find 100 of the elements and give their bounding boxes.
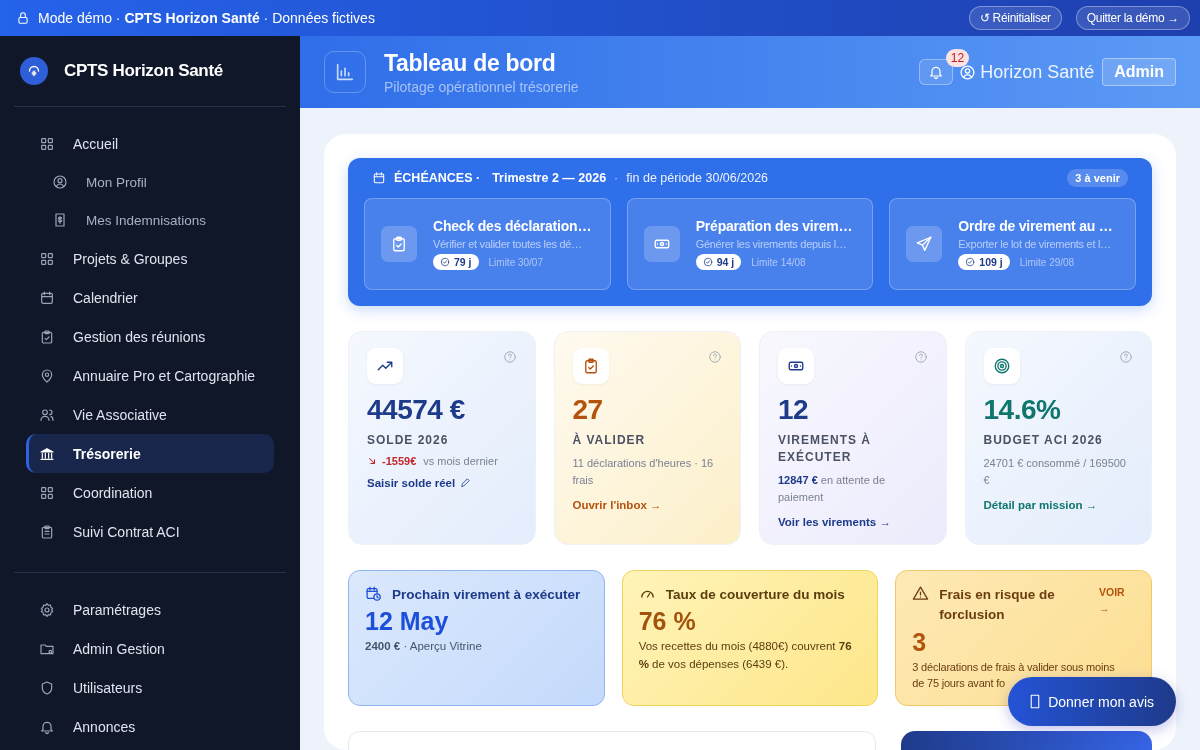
alert-title: Taux de couverture du mois	[665, 586, 846, 604]
people-icon	[39, 406, 55, 423]
days-left-badge: 109 j	[958, 254, 1010, 270]
alert-detail: Vos recettes du mois (4880€) couvrent 76 % de vos dépenses (6439 €).	[638, 639, 853, 672]
brand-name: CPTS Horizon Santé	[64, 61, 223, 81]
map-pin-icon	[39, 367, 55, 384]
nav-item[interactable]: Coordination	[14, 473, 286, 512]
bell-icon	[928, 64, 945, 80]
nav-item[interactable]: Accueil	[14, 124, 286, 163]
help-icon[interactable]	[913, 350, 928, 364]
trend-up-icon	[367, 348, 403, 384]
kpi-label: VIREMENTS À EXÉCUTER	[778, 432, 872, 466]
chart-icon	[324, 51, 366, 93]
deadline-date: Limite 29/08	[1019, 256, 1075, 268]
banknote-icon	[778, 348, 814, 384]
nav-item[interactable]: Vie Associative	[14, 395, 286, 434]
grid-icon	[39, 484, 55, 501]
quit-demo-button[interactable]: Quitter la démo →	[1075, 6, 1190, 30]
nav-item[interactable]: Admin Gestion	[14, 629, 286, 668]
alert-value: 76 %	[638, 607, 697, 637]
delta-note: vs mois dernier	[423, 454, 498, 467]
task-description: Générer les virements depuis l…	[695, 238, 848, 250]
lock-icon	[16, 11, 30, 25]
kpi-label: À VALIDER	[572, 432, 647, 449]
kpi-link[interactable]: Détail par mission →	[983, 498, 1098, 511]
deadline-date: Limite 30/07	[488, 256, 543, 268]
warning-icon	[912, 585, 930, 602]
grid-icon	[39, 250, 55, 267]
kpi-value: 44574 €	[367, 394, 466, 426]
days-left-badge: 94 j	[695, 254, 742, 270]
kpi-detail: 12847 € en attente de paiement	[778, 472, 887, 505]
task-description: Exporter le lot de virements et l…	[958, 238, 1112, 250]
nav-item[interactable]: Annuaire Pro et Cartographie	[14, 356, 286, 395]
pencil-icon	[460, 477, 472, 489]
nav-item[interactable]: Gestion des réunions	[14, 317, 286, 356]
kpi-link[interactable]: Voir les virements →	[778, 515, 891, 528]
bank-icon	[39, 445, 55, 462]
kpi-label: BUDGET ACI 2026	[983, 432, 1104, 449]
nav-item[interactable]: Utilisateurs	[14, 668, 286, 707]
nav-subitem[interactable]: Mon Profil	[14, 163, 286, 201]
nav-item[interactable]: Suivi Contrat ACI	[14, 512, 286, 551]
task-description: Vérifier et valider toutes les dé…	[433, 238, 583, 250]
kpi-detail: 24701 € consommé / 169500 €	[983, 455, 1127, 488]
kpi-value: 14.6%	[983, 394, 1062, 426]
feedback-button[interactable]: Donner mon avis	[1008, 677, 1176, 726]
user-icon	[52, 174, 68, 190]
calendar-icon	[372, 171, 386, 185]
task-title: Check des déclaration…	[433, 218, 592, 234]
page-title: Tableau de bord	[384, 49, 557, 77]
delta-value: -1559€	[382, 454, 417, 467]
trend-down-icon	[367, 455, 377, 466]
nav-item[interactable]: Trésorerie	[26, 434, 274, 473]
kpi-label: SOLDE 2026	[367, 432, 450, 449]
nav-item[interactable]: Annonces	[14, 707, 286, 746]
kpi-value: 27	[572, 394, 604, 426]
help-icon[interactable]	[1119, 350, 1133, 364]
deadline-card[interactable]: Ordre de virement au … Exporter le lot de virements et l… 109 j Limite 29/08	[889, 198, 1136, 290]
days-left-badge: 79 j	[433, 254, 479, 270]
send-icon	[906, 226, 943, 262]
shield-icon	[39, 679, 55, 696]
nav-item[interactable]: Calendrier	[14, 278, 286, 317]
banknote-icon	[643, 226, 680, 262]
alert-title: Prochain virement à exécuter	[392, 586, 582, 604]
kpi-value: 12	[778, 394, 810, 426]
upcoming-count: 3 à venir	[1067, 169, 1128, 187]
task-title: Préparation des virem…	[695, 218, 853, 234]
kpi-detail: 11 déclarations d'heures · 16 frais	[572, 455, 715, 488]
nav-item[interactable]: Paramétrages	[14, 590, 286, 629]
deadline-date: Limite 14/08	[751, 256, 806, 268]
period-end: fin de période 30/06/2026	[626, 171, 769, 185]
calendar-icon	[39, 289, 55, 306]
clipboard-icon	[39, 328, 55, 345]
logo-icon	[20, 57, 48, 85]
page-subtitle: Pilotage opérationnel trésorerie	[384, 78, 579, 95]
reset-button[interactable]: ↺ Réinitialiser	[968, 6, 1062, 30]
notification-count: 12	[945, 49, 970, 67]
user-name: Horizon Santé	[980, 61, 1095, 83]
nav-subitem[interactable]: Mes Indemnisations	[14, 201, 286, 239]
kpi-link[interactable]: Ouvrir l'inbox →	[572, 498, 662, 511]
kpi-link[interactable]: Saisir solde réel	[367, 476, 472, 489]
calendar-clock-icon	[365, 585, 382, 602]
clipboard-icon	[381, 226, 417, 262]
deadlines-label: ÉCHÉANCES ·	[394, 171, 481, 185]
deadline-card[interactable]: Check des déclaration… Vérifier et valider toutes les dé… 79 j Limite 30/07	[364, 198, 611, 290]
help-icon[interactable]	[502, 350, 517, 364]
alert-detail: 2400 € · Aperçu Vitrine	[365, 639, 483, 655]
task-title: Ordre de virement au …	[958, 218, 1113, 234]
alert-value: 12 May	[365, 607, 450, 637]
nav-item[interactable]: Projets & Groupes	[14, 239, 286, 278]
role-badge: Admin	[1102, 58, 1176, 86]
see-link[interactable]: VOIR →	[1099, 585, 1135, 617]
clipboard-icon	[39, 523, 55, 540]
clipboard-icon	[572, 348, 609, 384]
period-label: Trimestre 2 — 2026	[492, 171, 607, 185]
grid-icon	[39, 135, 55, 152]
alert-title: Frais en risque de forclusion	[939, 586, 1056, 625]
deadline-card[interactable]: Préparation des virem… Générer les virements depuis l… 94 j Limite 14/08	[626, 198, 874, 290]
receipt-icon	[52, 212, 68, 228]
alert-value: 3	[912, 627, 928, 657]
help-icon[interactable]	[708, 350, 722, 364]
